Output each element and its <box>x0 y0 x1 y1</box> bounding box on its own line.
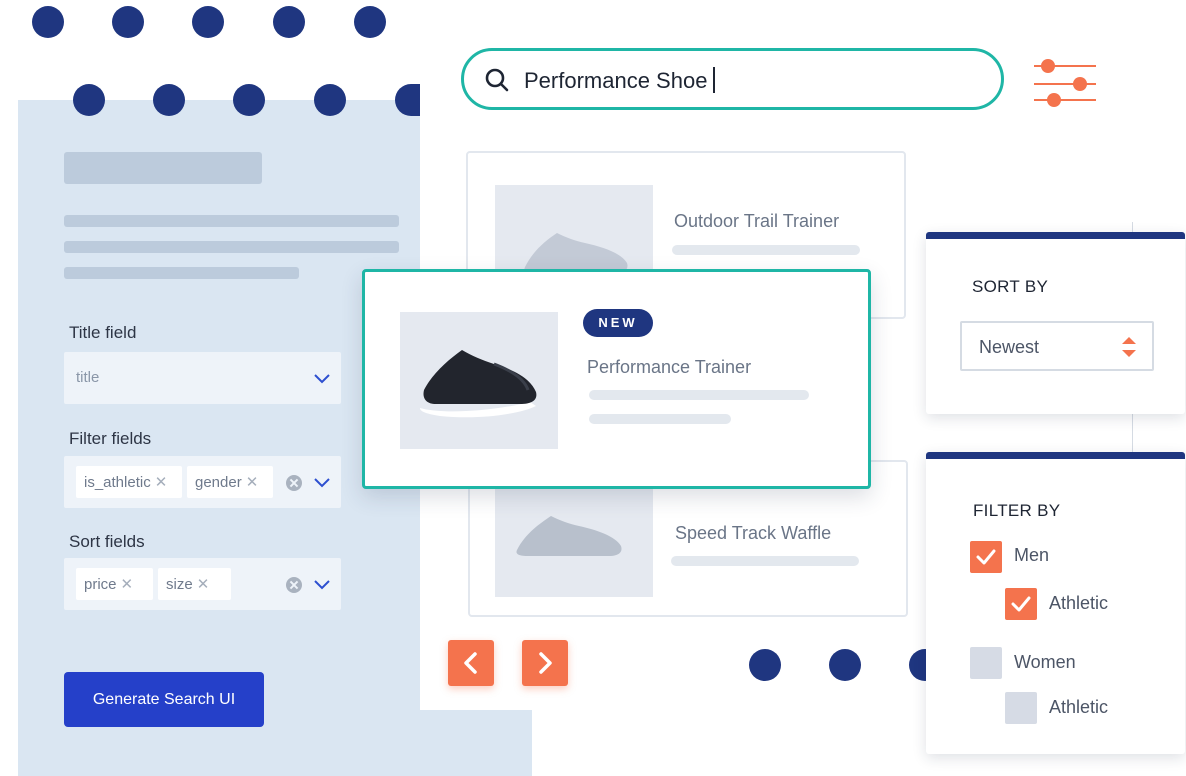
placeholder-line <box>672 245 860 255</box>
search-bar[interactable]: Performance Shoe <box>461 48 1004 110</box>
checkbox-men[interactable] <box>970 541 1002 573</box>
decorative-dot <box>749 649 781 681</box>
sort-select[interactable]: Newest <box>960 321 1154 371</box>
clear-icon[interactable] <box>286 475 302 491</box>
chip-label: gender <box>195 474 242 491</box>
chevron-right-icon <box>539 652 552 674</box>
placeholder-line <box>64 215 399 227</box>
chip-label: price <box>84 576 117 593</box>
chevron-down-icon[interactable] <box>313 477 331 489</box>
product-image <box>400 312 558 449</box>
sort-fields-label: Sort fields <box>69 532 145 551</box>
filter-panel-title: FILTER BY <box>973 501 1061 520</box>
chip-label: size <box>166 576 193 593</box>
filter-chip[interactable]: is_athletic ✕ <box>76 466 182 498</box>
chevron-down-icon[interactable] <box>313 579 331 591</box>
close-icon[interactable]: ✕ <box>121 576 134 593</box>
title-field-placeholder: title <box>76 369 100 386</box>
checkbox-label-men-athletic: Athletic <box>1049 593 1109 613</box>
decorative-dot <box>192 6 224 38</box>
decorative-dot <box>395 84 420 116</box>
close-icon[interactable]: ✕ <box>155 474 168 491</box>
decorative-dot <box>273 6 305 38</box>
chevron-left-icon <box>464 652 477 674</box>
title-field-label: Title field <box>69 323 137 342</box>
search-icon <box>485 68 509 92</box>
decorative-dot <box>829 649 861 681</box>
sort-arrows-icon[interactable] <box>1120 335 1138 359</box>
placeholder-line <box>671 556 859 566</box>
placeholder-heading <box>64 152 262 184</box>
decorative-dot <box>112 6 144 38</box>
search-query: Performance Shoe <box>524 68 708 93</box>
checkmark-icon <box>976 549 996 565</box>
checkbox-label-women-athletic: Athletic <box>1049 697 1109 717</box>
product-title: Outdoor Trail Trainer <box>674 211 840 231</box>
chevron-down-icon[interactable] <box>313 373 331 385</box>
generate-search-ui-button[interactable]: Generate Search UI <box>64 672 264 727</box>
filter-fields-label: Filter fields <box>69 429 152 448</box>
decorative-dot <box>233 84 265 116</box>
sort-chip[interactable]: size ✕ <box>158 568 231 600</box>
decorative-dot <box>153 84 185 116</box>
shoe-icon <box>420 350 537 418</box>
close-icon[interactable]: ✕ <box>246 474 259 491</box>
sort-chip[interactable]: price ✕ <box>76 568 153 600</box>
sort-value: Newest <box>979 337 1040 357</box>
sort-fields-select[interactable]: price ✕ size ✕ <box>64 558 341 610</box>
chip-label: is_athletic <box>84 474 151 491</box>
filter-chip[interactable]: gender ✕ <box>187 466 273 498</box>
decorative-dot <box>354 6 386 38</box>
product-title: Performance Trainer <box>587 357 752 377</box>
title-field-select[interactable]: title <box>64 352 341 404</box>
product-title: Speed Track Waffle <box>675 523 832 543</box>
filter-sliders-icon[interactable] <box>1032 58 1098 110</box>
checkbox-women-athletic[interactable] <box>1005 692 1037 724</box>
filter-panel: FILTER BY Men Athletic Women Athletic <box>926 452 1185 754</box>
search-input[interactable]: Performance Shoe <box>524 67 716 94</box>
checkbox-men-athletic[interactable] <box>1005 588 1037 620</box>
placeholder-line <box>64 241 399 253</box>
previous-page-button[interactable] <box>448 640 494 686</box>
decorative-dot <box>73 84 105 116</box>
checkbox-label-men: Men <box>1014 545 1050 565</box>
featured-product-card[interactable]: NEW Performance Trainer <box>362 269 871 489</box>
divider <box>1132 414 1133 454</box>
placeholder-line <box>589 414 731 424</box>
new-badge: NEW <box>583 309 653 337</box>
placeholder-line <box>64 267 299 279</box>
placeholder-line <box>589 390 809 400</box>
decorative-dot <box>314 84 346 116</box>
filter-fields-select[interactable]: is_athletic ✕ gender ✕ <box>64 456 341 508</box>
text-caret <box>713 67 716 93</box>
decorative-dot <box>32 6 64 38</box>
checkmark-icon <box>1011 596 1031 612</box>
sort-panel: SORT BY Newest <box>926 232 1185 414</box>
next-page-button[interactable] <box>522 640 568 686</box>
close-icon[interactable]: ✕ <box>197 576 210 593</box>
sort-panel-title: SORT BY <box>972 277 1049 296</box>
checkbox-women[interactable] <box>970 647 1002 679</box>
checkbox-label-women: Women <box>1014 652 1076 672</box>
clear-icon[interactable] <box>286 577 302 593</box>
